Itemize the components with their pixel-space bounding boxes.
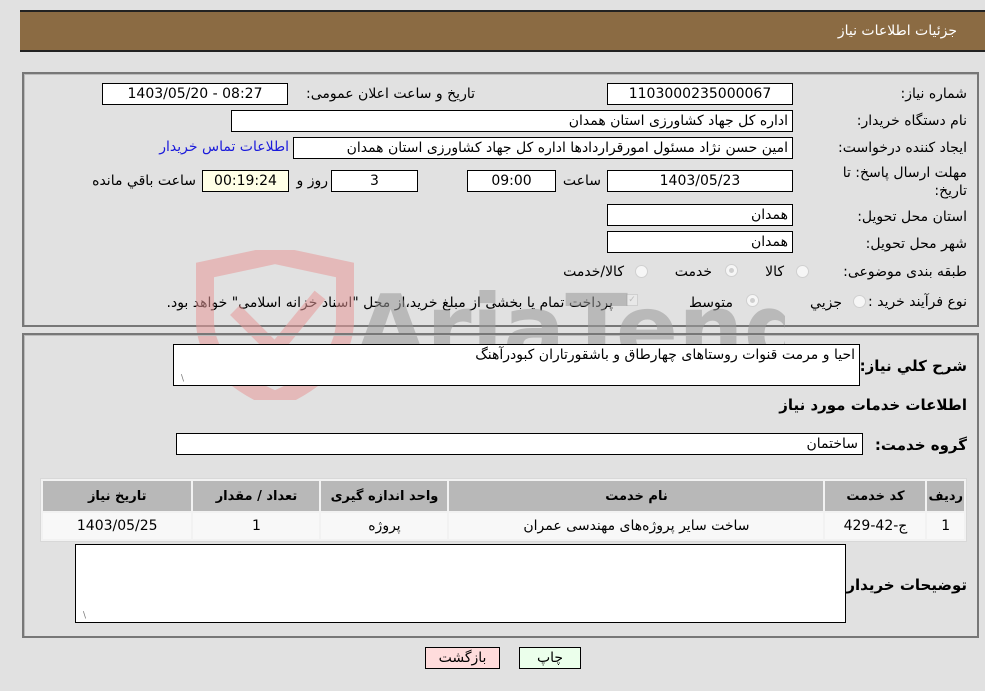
- purchase-option-minor: جزيي: [810, 295, 842, 311]
- purchase-radio-minor[interactable]: [853, 295, 866, 308]
- col-need-date: تاریخ نیاز: [43, 481, 192, 511]
- province-field: همدان: [607, 204, 793, 226]
- resize-grip-icon[interactable]: ∖: [78, 612, 87, 621]
- treasury-payment-checkbox[interactable]: ✓: [626, 294, 638, 306]
- cell-quantity: 1: [193, 513, 320, 539]
- description-text: احیا و مرمت قنوات روستاهای چهارطاق و باش…: [475, 347, 855, 363]
- col-service-name: نام خدمت: [449, 481, 824, 511]
- requester-label: ایجاد کننده درخواست:: [838, 140, 967, 156]
- cell-row-number: 1: [927, 513, 964, 539]
- description-textarea[interactable]: احیا و مرمت قنوات روستاهای چهارطاق و باش…: [173, 344, 860, 386]
- city-label: شهر محل تحویل:: [865, 236, 967, 252]
- category-option-service: خدمت: [674, 264, 712, 280]
- province-label: استان محل تحویل:: [857, 209, 967, 225]
- city-field: همدان: [607, 231, 793, 253]
- page-title: جزئیات اطلاعات نیاز: [837, 23, 957, 39]
- table-row: 1 ج-42-429 ساخت سایر پروژه‌های مهندسی عم…: [43, 513, 964, 539]
- category-radio-service[interactable]: [725, 264, 738, 277]
- services-section-title: اطلاعات خدمات مورد نیاز: [779, 396, 967, 414]
- category-radio-goods[interactable]: [796, 265, 809, 278]
- category-option-goods: کالا: [765, 264, 784, 280]
- purchase-option-medium: متوسط: [689, 295, 733, 311]
- remaining-time-label: ساعت باقي مانده: [92, 173, 196, 189]
- print-button[interactable]: چاپ: [519, 647, 581, 669]
- back-button[interactable]: بازگشت: [425, 647, 500, 669]
- services-table: ردیف کد خدمت نام خدمت واحد اندازه گیری ت…: [40, 478, 967, 542]
- buyer-notes-textarea[interactable]: ∖: [75, 544, 846, 623]
- description-label: شرح کلي نياز:: [859, 357, 967, 375]
- purchase-radio-medium[interactable]: [746, 294, 759, 307]
- cell-need-date: 1403/05/25: [43, 513, 192, 539]
- col-quantity: تعداد / مقدار: [193, 481, 320, 511]
- days-label: روز و: [296, 173, 329, 189]
- requester-field: امین حسن نژاد مسئول امورقراردادها اداره …: [293, 137, 793, 159]
- service-group-label: گروه خدمت:: [874, 436, 967, 454]
- category-label: طبقه بندی موضوعی:: [843, 264, 967, 280]
- col-row-number: ردیف: [927, 481, 964, 511]
- need-number-field: 1103000235000067: [607, 83, 793, 105]
- buyer-org-field: اداره کل جهاد کشاورزی استان همدان: [231, 110, 793, 132]
- col-unit: واحد اندازه گیری: [321, 481, 448, 511]
- table-header-row: ردیف کد خدمت نام خدمت واحد اندازه گیری ت…: [43, 481, 964, 511]
- deadline-label-line2: تاریخ:: [934, 183, 967, 199]
- purchase-type-label: نوع فرآیند خرید :: [868, 294, 967, 310]
- deadline-label: مهلت ارسال پاسخ: تا: [842, 165, 967, 181]
- deadline-time-label: ساعت: [562, 173, 601, 189]
- page-header: جزئیات اطلاعات نیاز: [20, 10, 985, 52]
- deadline-time-field: 09:00: [467, 170, 556, 192]
- category-option-goods-service: کالا/خدمت: [563, 264, 624, 280]
- remaining-days-field: 3: [331, 170, 418, 192]
- announce-datetime-label: تاریخ و ساعت اعلان عمومی:: [306, 86, 475, 102]
- cell-service-name: ساخت سایر پروژه‌های مهندسی عمران: [449, 513, 824, 539]
- remaining-time-field: 00:19:24: [202, 170, 289, 192]
- buyer-contact-link[interactable]: اطلاعات تماس خریدار: [159, 139, 289, 155]
- buyer-org-label: نام دستگاه خریدار:: [856, 113, 967, 129]
- announce-datetime-field: 1403/05/20 - 08:27: [102, 83, 288, 105]
- deadline-date-field: 1403/05/23: [607, 170, 793, 192]
- treasury-payment-label: پرداخت تمام یا بخشی از مبلغ خرید،از محل …: [166, 295, 613, 311]
- category-radio-goods-service[interactable]: [635, 265, 648, 278]
- buyer-notes-label: توضیحات خریدار:: [840, 576, 967, 594]
- resize-grip-icon[interactable]: ∖: [176, 375, 185, 384]
- cell-service-code: ج-42-429: [825, 513, 926, 539]
- col-service-code: کد خدمت: [825, 481, 926, 511]
- cell-unit: پروژه: [321, 513, 448, 539]
- need-number-label: شماره نیاز:: [900, 86, 968, 102]
- service-group-field: ساختمان: [176, 433, 863, 455]
